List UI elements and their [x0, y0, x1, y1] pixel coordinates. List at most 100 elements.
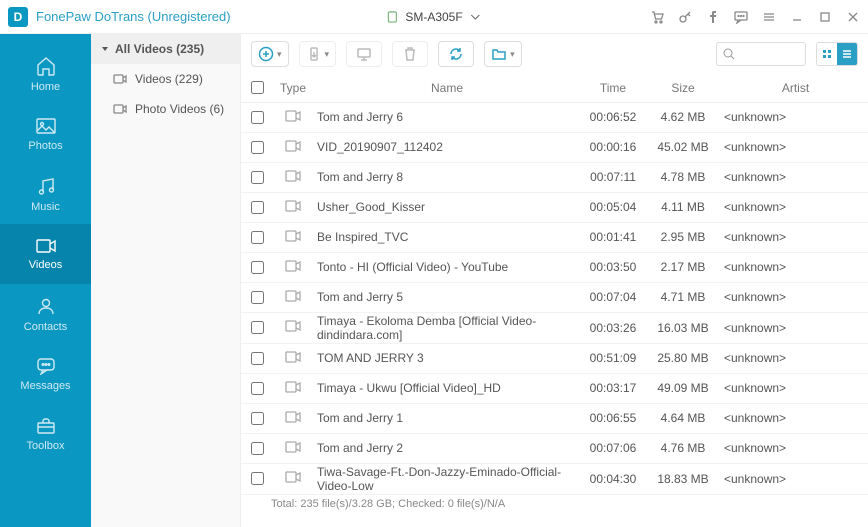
row-checkbox[interactable]	[251, 291, 264, 304]
android-icon	[387, 11, 397, 23]
table-row[interactable]: Tom and Jerry 100:06:554.64 MB<unknown>	[241, 403, 868, 433]
col-name[interactable]: Name	[313, 74, 578, 102]
row-checkbox[interactable]	[251, 201, 264, 214]
row-checkbox[interactable]	[251, 352, 264, 365]
table-row[interactable]: Tom and Jerry 800:07:114.78 MB<unknown>	[241, 162, 868, 192]
feedback-icon[interactable]	[734, 10, 748, 24]
cell-artist: <unknown>	[718, 373, 868, 403]
cell-time: 00:06:55	[578, 403, 648, 433]
sidebar-item-toolbox[interactable]: Toolbox	[0, 404, 91, 464]
open-folder-button[interactable]: ▾	[484, 41, 522, 67]
search-box[interactable]	[716, 42, 806, 66]
cell-name: Tom and Jerry 8	[313, 162, 578, 192]
sidebar-item-music[interactable]: Music	[0, 164, 91, 224]
table-row[interactable]: Tonto - HI (Official Video) - YouTube00:…	[241, 252, 868, 282]
col-artist[interactable]: Artist	[718, 74, 868, 102]
row-checkbox[interactable]	[251, 231, 264, 244]
table-row[interactable]: Tom and Jerry 200:07:064.76 MB<unknown>	[241, 433, 868, 463]
table-row[interactable]: VID_20190907_11240200:00:1645.02 MB<unkn…	[241, 132, 868, 162]
cell-artist: <unknown>	[718, 433, 868, 463]
col-type[interactable]: Type	[273, 74, 313, 102]
nav-label: Messages	[20, 380, 70, 392]
category-item-photo-videos[interactable]: Photo Videos (6)	[91, 94, 240, 124]
cell-name: Timaya - Ukwu [Official Video]_HD	[313, 373, 578, 403]
titlebar: D FonePaw DoTrans (Unregistered) SM-A305…	[0, 0, 868, 34]
to-device-button[interactable]: ▾	[299, 41, 337, 67]
table-row[interactable]: TOM AND JERRY 300:51:0925.80 MB<unknown>	[241, 343, 868, 373]
trash-icon	[403, 46, 417, 62]
table-row[interactable]: Timaya - Ukwu [Official Video]_HD00:03:1…	[241, 373, 868, 403]
facebook-icon[interactable]	[706, 10, 720, 24]
file-table: Type Name Time Size Artist Tom and Jerry…	[241, 74, 868, 495]
cell-name: Timaya - Ekoloma Demba [Official Video-d…	[313, 312, 578, 343]
sidebar-item-videos[interactable]: Videos	[0, 224, 91, 284]
select-all-checkbox[interactable]	[251, 81, 264, 94]
row-checkbox[interactable]	[251, 321, 264, 334]
nav-label: Videos	[29, 259, 62, 271]
cell-artist: <unknown>	[718, 403, 868, 433]
chevron-down-icon: ▾	[277, 49, 282, 60]
cell-name: VID_20190907_112402	[313, 132, 578, 162]
cell-size: 4.11 MB	[648, 192, 718, 222]
key-icon[interactable]	[678, 10, 692, 24]
to-pc-button[interactable]	[346, 41, 382, 67]
cell-artist: <unknown>	[718, 162, 868, 192]
device-name: SM-A305F	[405, 10, 462, 24]
cell-artist: <unknown>	[718, 282, 868, 312]
category-header[interactable]: All Videos (235)	[91, 34, 240, 64]
sidebar-item-contacts[interactable]: Contacts	[0, 284, 91, 344]
type-icon	[273, 312, 313, 343]
row-checkbox[interactable]	[251, 412, 264, 425]
list-icon	[842, 49, 852, 59]
row-checkbox[interactable]	[251, 382, 264, 395]
row-checkbox[interactable]	[251, 111, 264, 124]
music-icon	[36, 176, 56, 196]
type-icon	[273, 463, 313, 494]
refresh-button[interactable]	[438, 41, 474, 67]
col-time[interactable]: Time	[578, 74, 648, 102]
cell-time: 00:06:52	[578, 102, 648, 132]
row-checkbox[interactable]	[251, 442, 264, 455]
list-view-button[interactable]	[837, 43, 857, 65]
table-row[interactable]: Timaya - Ekoloma Demba [Official Video-d…	[241, 312, 868, 343]
row-checkbox[interactable]	[251, 472, 264, 485]
view-toggle[interactable]	[816, 42, 858, 66]
phone-export-icon	[306, 46, 322, 62]
table-row[interactable]: Tom and Jerry 500:07:044.71 MB<unknown>	[241, 282, 868, 312]
category-item-videos[interactable]: Videos (229)	[91, 64, 240, 94]
table-row[interactable]: Be Inspired_TVC00:01:412.95 MB<unknown>	[241, 222, 868, 252]
plus-icon	[258, 46, 274, 62]
type-icon	[273, 132, 313, 162]
maximize-icon[interactable]	[818, 10, 832, 24]
cell-size: 18.83 MB	[648, 463, 718, 494]
grid-view-button[interactable]	[817, 43, 837, 65]
cart-icon[interactable]	[650, 10, 664, 24]
search-input[interactable]	[739, 46, 799, 62]
menu-icon[interactable]	[762, 10, 776, 24]
table-row[interactable]: Tiwa-Savage-Ft.-Don-Jazzy-Eminado-Offici…	[241, 463, 868, 494]
row-checkbox[interactable]	[251, 261, 264, 274]
cell-time: 00:05:04	[578, 192, 648, 222]
sidebar-item-messages[interactable]: Messages	[0, 344, 91, 404]
minimize-icon[interactable]	[790, 10, 804, 24]
row-checkbox[interactable]	[251, 171, 264, 184]
nav-label: Home	[31, 81, 60, 93]
videos-icon	[35, 238, 57, 254]
table-row[interactable]: Tom and Jerry 600:06:524.62 MB<unknown>	[241, 102, 868, 132]
cell-time: 00:07:04	[578, 282, 648, 312]
device-selector[interactable]: SM-A305F	[387, 10, 480, 24]
sidebar-item-home[interactable]: Home	[0, 44, 91, 104]
cell-size: 4.64 MB	[648, 403, 718, 433]
sidebar-item-photos[interactable]: Photos	[0, 104, 91, 164]
cell-artist: <unknown>	[718, 463, 868, 494]
add-button[interactable]: ▾	[251, 41, 289, 67]
search-icon	[723, 48, 735, 60]
row-checkbox[interactable]	[251, 141, 264, 154]
close-icon[interactable]	[846, 10, 860, 24]
nav-label: Music	[31, 201, 60, 213]
delete-button[interactable]	[392, 41, 428, 67]
home-icon	[35, 56, 57, 76]
col-size[interactable]: Size	[648, 74, 718, 102]
table-row[interactable]: Usher_Good_Kisser00:05:044.11 MB<unknown…	[241, 192, 868, 222]
file-table-wrap[interactable]: Type Name Time Size Artist Tom and Jerry…	[241, 74, 868, 527]
